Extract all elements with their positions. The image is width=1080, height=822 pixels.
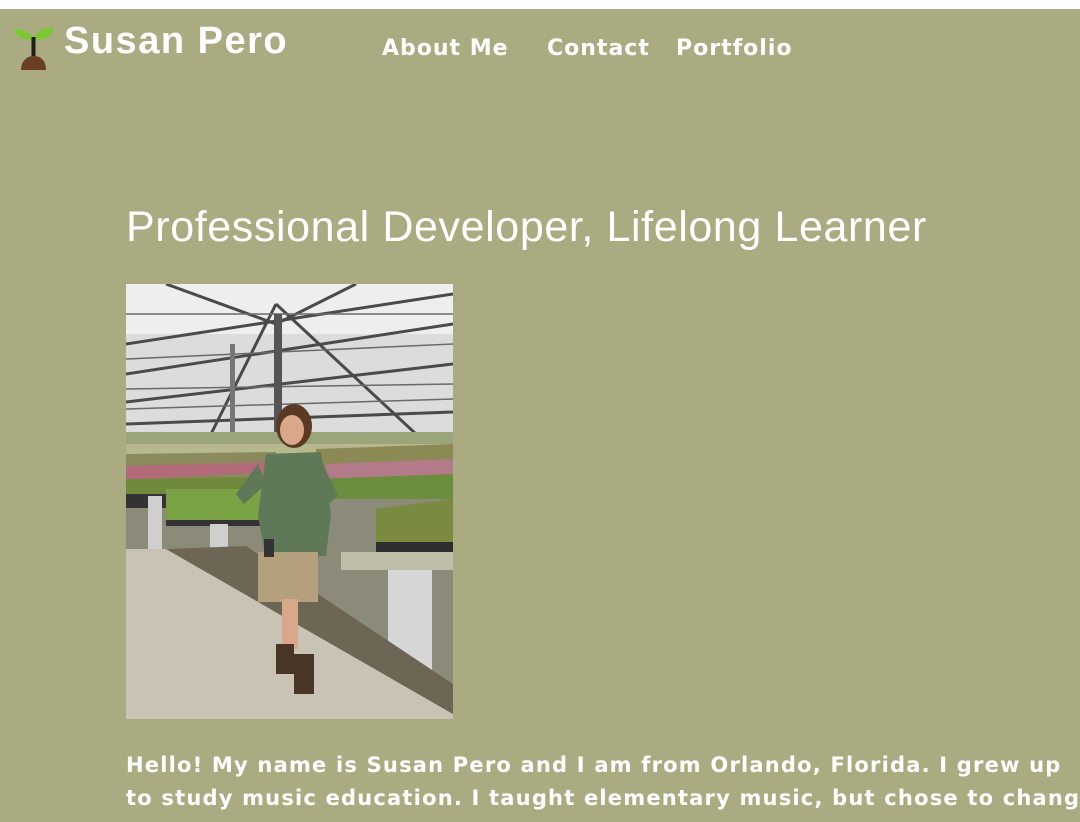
nav-portfolio-link[interactable]: Portfolio: [676, 34, 793, 64]
bio-line: to study music education. I taught eleme…: [126, 786, 1080, 810]
sprout-icon: [14, 27, 54, 70]
page-heading: Professional Developer, Lifelong Learner: [126, 203, 927, 251]
site-title[interactable]: Susan Pero: [64, 19, 288, 63]
nav-about-me-link[interactable]: About Me: [382, 34, 509, 64]
profile-photo: [126, 284, 453, 719]
page: Susan Pero About Me Contact Portfolio Pr…: [0, 9, 1080, 822]
bio-text: Hello! My name is Susan Pero and I am fr…: [126, 749, 1080, 815]
bio-line: Hello! My name is Susan Pero and I am fr…: [126, 753, 1062, 777]
nav-contact-link[interactable]: Contact: [547, 34, 650, 64]
